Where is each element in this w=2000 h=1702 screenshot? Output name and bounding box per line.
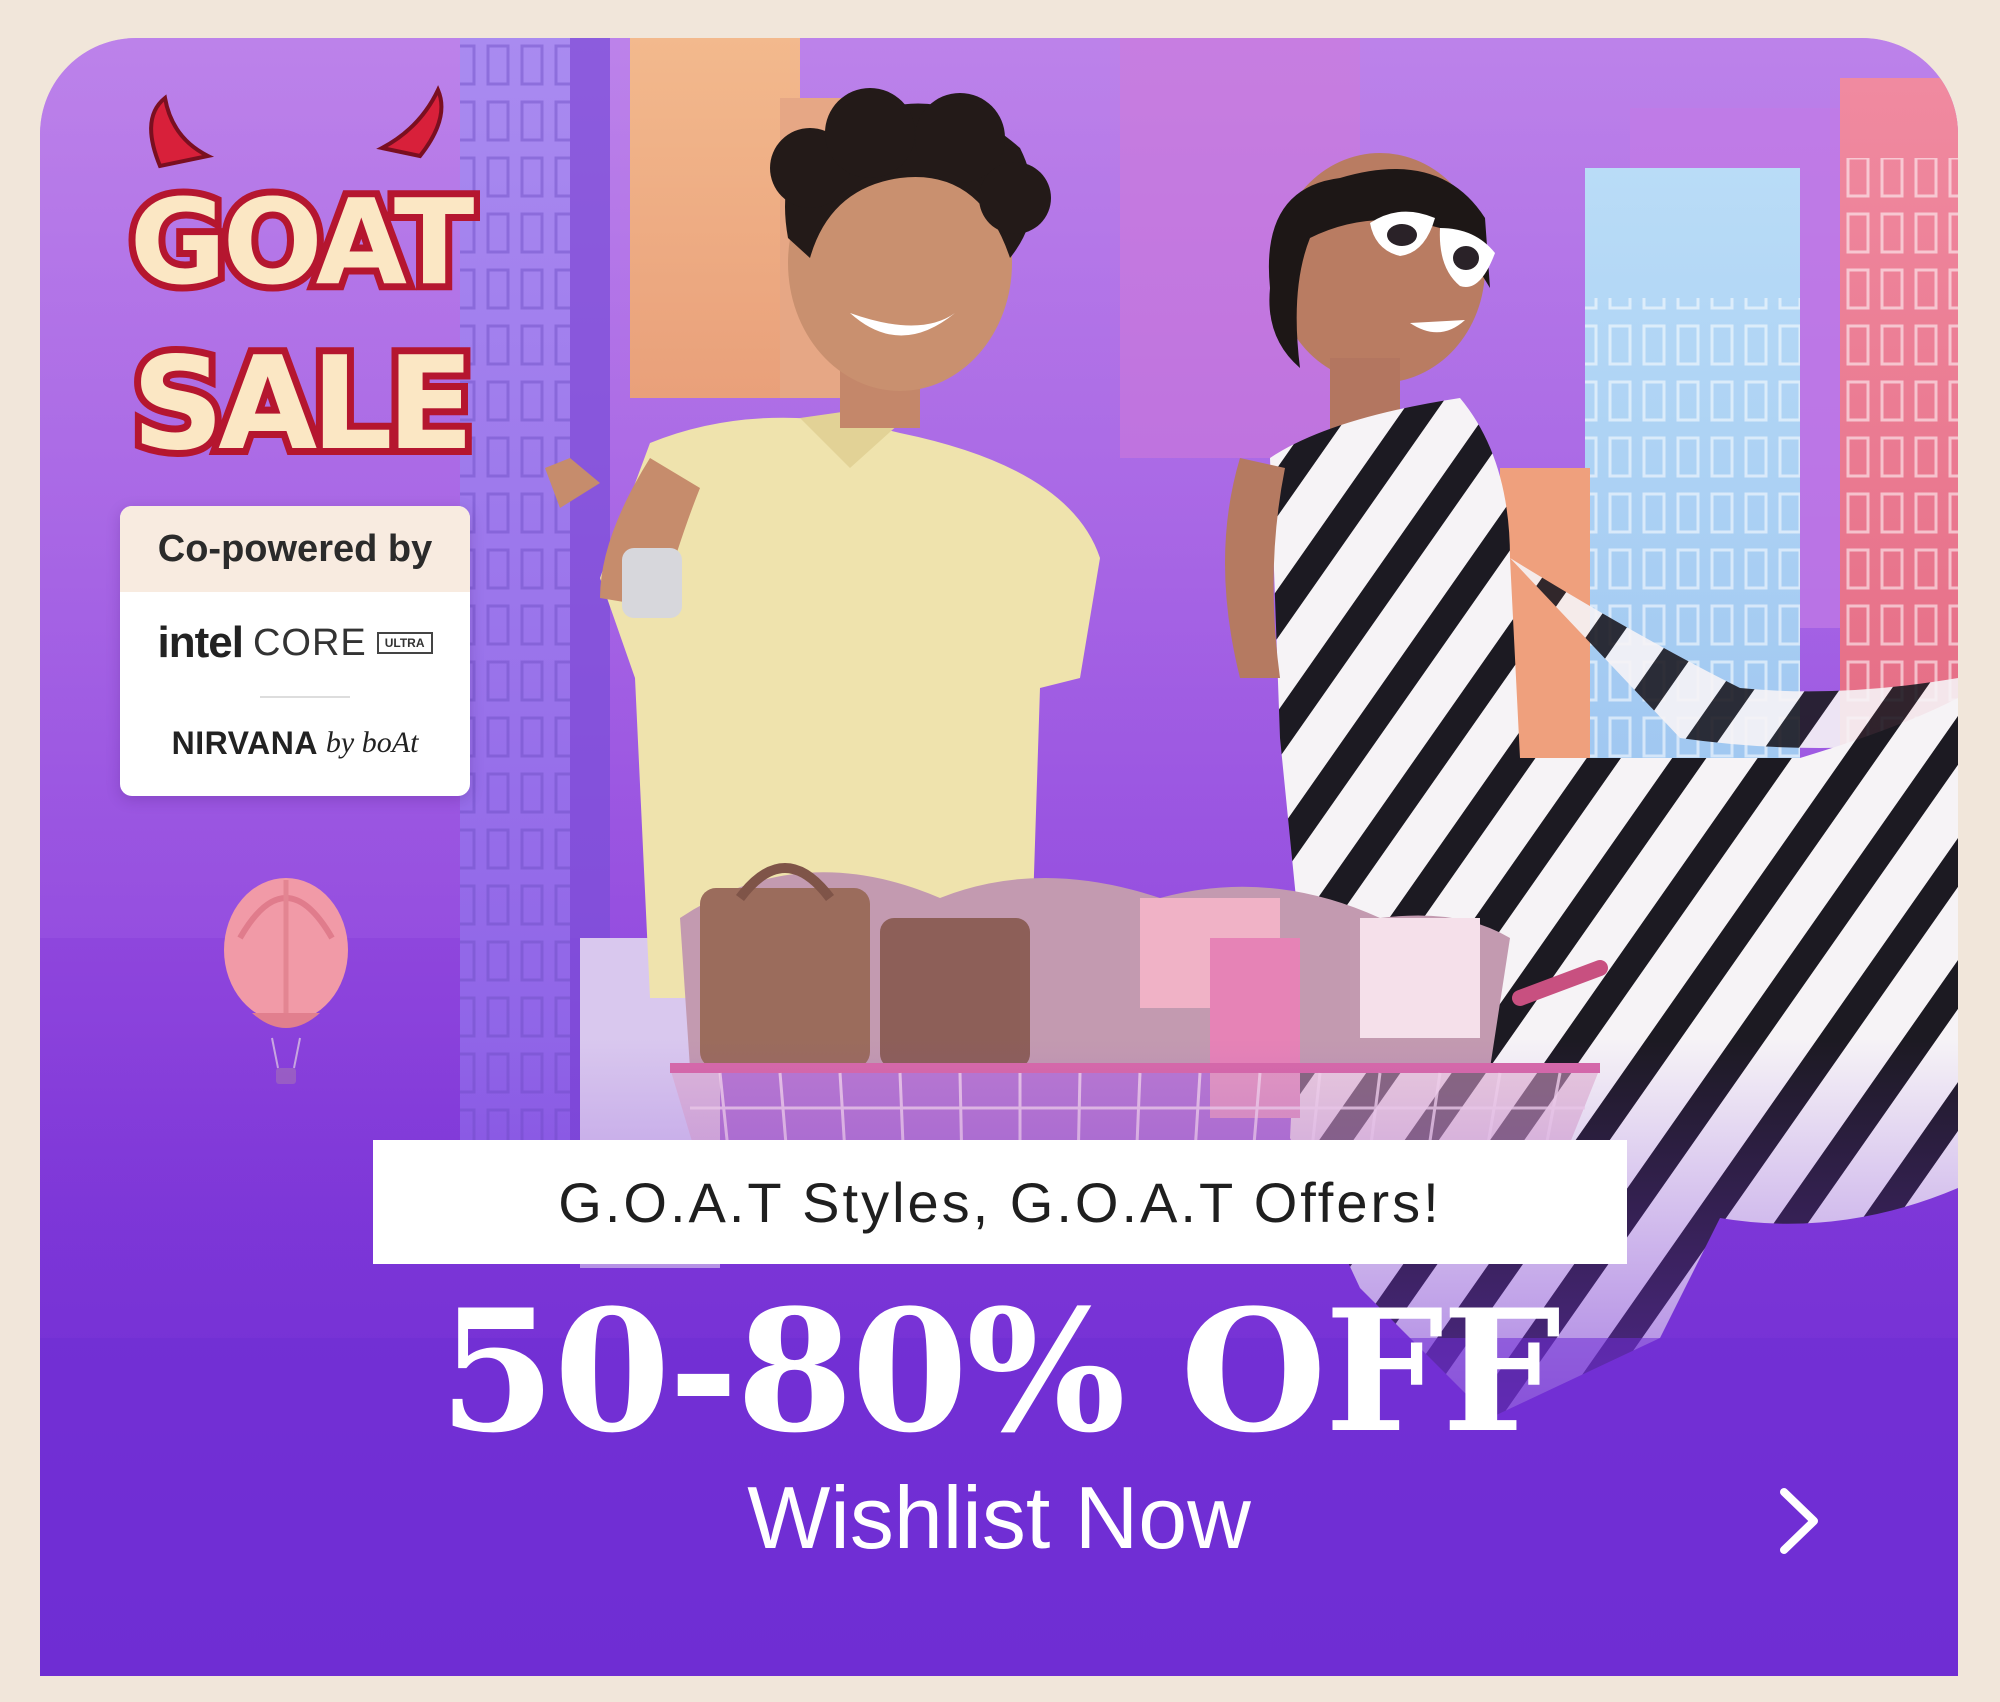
sponsor-divider <box>260 696 350 698</box>
intel-brand: intel <box>157 618 243 667</box>
co-powered-card: Co-powered by intel CORE ULTRA NIRVANA b… <box>120 506 470 796</box>
tagline-text: G.O.A.T Styles, G.O.A.T Offers! <box>558 1170 1442 1234</box>
nirvana-boat-logo: NIRVANA by boAt <box>120 708 470 778</box>
goat-sale-banner[interactable]: GOAT SALE Co-powered by intel CORE ULTRA… <box>40 38 1958 1676</box>
intel-product: CORE <box>252 621 367 664</box>
logo-line-goat: GOAT <box>130 173 474 311</box>
nirvana-suffix: by boAt <box>325 726 419 759</box>
co-powered-heading: Co-powered by <box>120 506 470 592</box>
intel-tier: ULTRA <box>376 632 433 654</box>
chevron-right-icon[interactable] <box>1770 1486 1830 1556</box>
tagline-box: G.O.A.T Styles, G.O.A.T Offers! <box>373 1140 1627 1264</box>
goat-sale-logo: GOAT SALE <box>120 78 485 518</box>
wishlist-now-link[interactable]: Wishlist Now <box>40 1468 1958 1568</box>
logo-line-sale: SALE <box>132 330 468 479</box>
nirvana-brand: NIRVANA <box>171 724 318 761</box>
intel-core-ultra-logo: intel CORE ULTRA <box>120 592 470 694</box>
offer-headline: 50-80% OFF <box>438 1272 1561 1470</box>
